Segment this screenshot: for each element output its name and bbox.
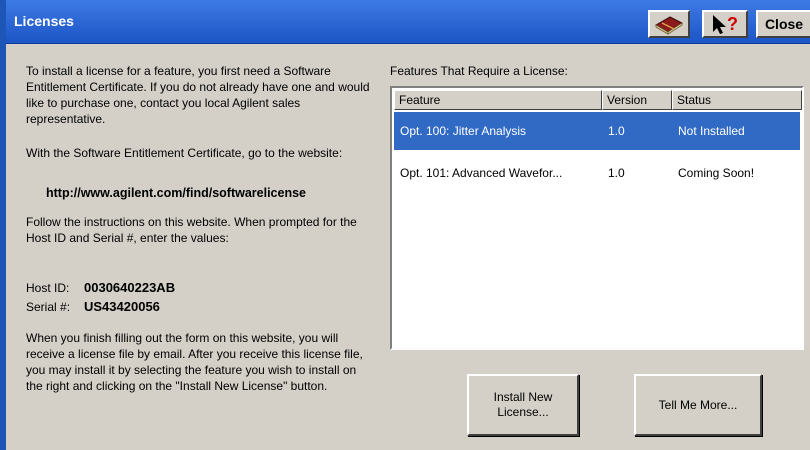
help-pointer-icon: ? — [713, 14, 738, 34]
certificate-instructions-text: With the Software Entitlement Certificat… — [26, 146, 343, 160]
features-heading: Features That Require a License: — [390, 64, 568, 78]
license-website-url: http://www.agilent.com/find/softwarelice… — [46, 186, 306, 200]
book-icon — [655, 16, 684, 35]
finish-instructions-text: When you finish filling out the form on … — [26, 331, 363, 393]
column-header-status[interactable]: Status — [672, 90, 802, 110]
feature-version: 1.0 — [608, 124, 625, 138]
serial-label: Serial #: — [26, 300, 71, 314]
window-title: Licenses — [14, 13, 74, 29]
whats-this-help-button[interactable]: ? — [702, 10, 748, 38]
install-new-license-button[interactable]: Install New License... — [467, 374, 579, 436]
title-bar: Licenses ? Close — [6, 0, 810, 44]
follow-instructions-text: Follow the instructions on this website.… — [26, 215, 357, 245]
feature-status: Not Installed — [678, 124, 745, 138]
features-list-header: Feature Version Status — [394, 90, 802, 110]
host-id-label: Host ID: — [26, 281, 70, 295]
serial-line: Serial #: US43420056 — [26, 299, 160, 315]
column-header-feature[interactable]: Feature — [394, 90, 602, 110]
feature-name: Opt. 100: Jitter Analysis — [400, 124, 527, 138]
svg-text:?: ? — [727, 14, 738, 34]
tell-me-more-button[interactable]: Tell Me More... — [634, 374, 762, 436]
host-id-value: 0030640223AB — [84, 280, 176, 295]
features-list[interactable]: Feature Version Status Opt. 100: Jitter … — [390, 86, 804, 350]
help-book-button[interactable] — [648, 10, 690, 38]
intro-text: To install a license for a feature, you … — [26, 64, 370, 126]
serial-value: US43420056 — [84, 299, 160, 314]
licenses-window: Licenses ? Close To install a license fo… — [0, 0, 810, 450]
feature-name: Opt. 101: Advanced Wavefor... — [400, 166, 563, 180]
feature-status: Coming Soon! — [678, 166, 755, 180]
close-button[interactable]: Close — [756, 10, 810, 38]
host-id-line: Host ID: 0030640223AB — [26, 280, 175, 296]
feature-row-opt-100[interactable]: Opt. 100: Jitter Analysis 1.0 Not Instal… — [394, 112, 800, 150]
column-header-version[interactable]: Version — [602, 90, 672, 110]
feature-row-opt-101[interactable]: Opt. 101: Advanced Wavefor... 1.0 Coming… — [394, 154, 800, 192]
feature-version: 1.0 — [608, 166, 625, 180]
